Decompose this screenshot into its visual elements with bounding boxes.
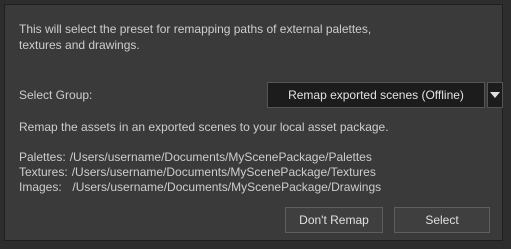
- path-value: /Users/username/Documents/MyScenePackage…: [65, 180, 382, 194]
- select-group-dropdown[interactable]: Remap exported scenes (Offline): [267, 82, 503, 108]
- intro-text: This will select the preset for remappin…: [19, 22, 372, 52]
- path-value: /Users/username/Documents/MyScenePackage…: [71, 165, 376, 179]
- dialog-panel: This will select the preset for remappin…: [4, 4, 503, 241]
- path-row-images: Images: /Users/username/Documents/MyScen…: [19, 180, 381, 195]
- path-value: /Users/username/Documents/MyScenePackage…: [69, 150, 372, 164]
- remap-dialog: This will select the preset for remappin…: [0, 0, 511, 249]
- select-group-label: Select Group:: [19, 88, 93, 102]
- dropdown-arrow-button[interactable]: [487, 82, 503, 108]
- path-key: Images:: [19, 180, 62, 194]
- path-row-palettes: Palettes: /Users/username/Documents/MySc…: [19, 150, 381, 165]
- path-key: Palettes:: [19, 150, 66, 164]
- dont-remap-button[interactable]: Don't Remap: [285, 207, 383, 233]
- chevron-down-icon: [490, 92, 500, 98]
- select-group-value[interactable]: Remap exported scenes (Offline): [267, 82, 485, 108]
- path-row-textures: Textures: /Users/username/Documents/MySc…: [19, 165, 381, 180]
- path-key: Textures:: [19, 165, 68, 179]
- paths-list: Palettes: /Users/username/Documents/MySc…: [19, 150, 381, 195]
- select-button[interactable]: Select: [394, 207, 490, 233]
- remap-description: Remap the assets in an exported scenes t…: [19, 120, 389, 134]
